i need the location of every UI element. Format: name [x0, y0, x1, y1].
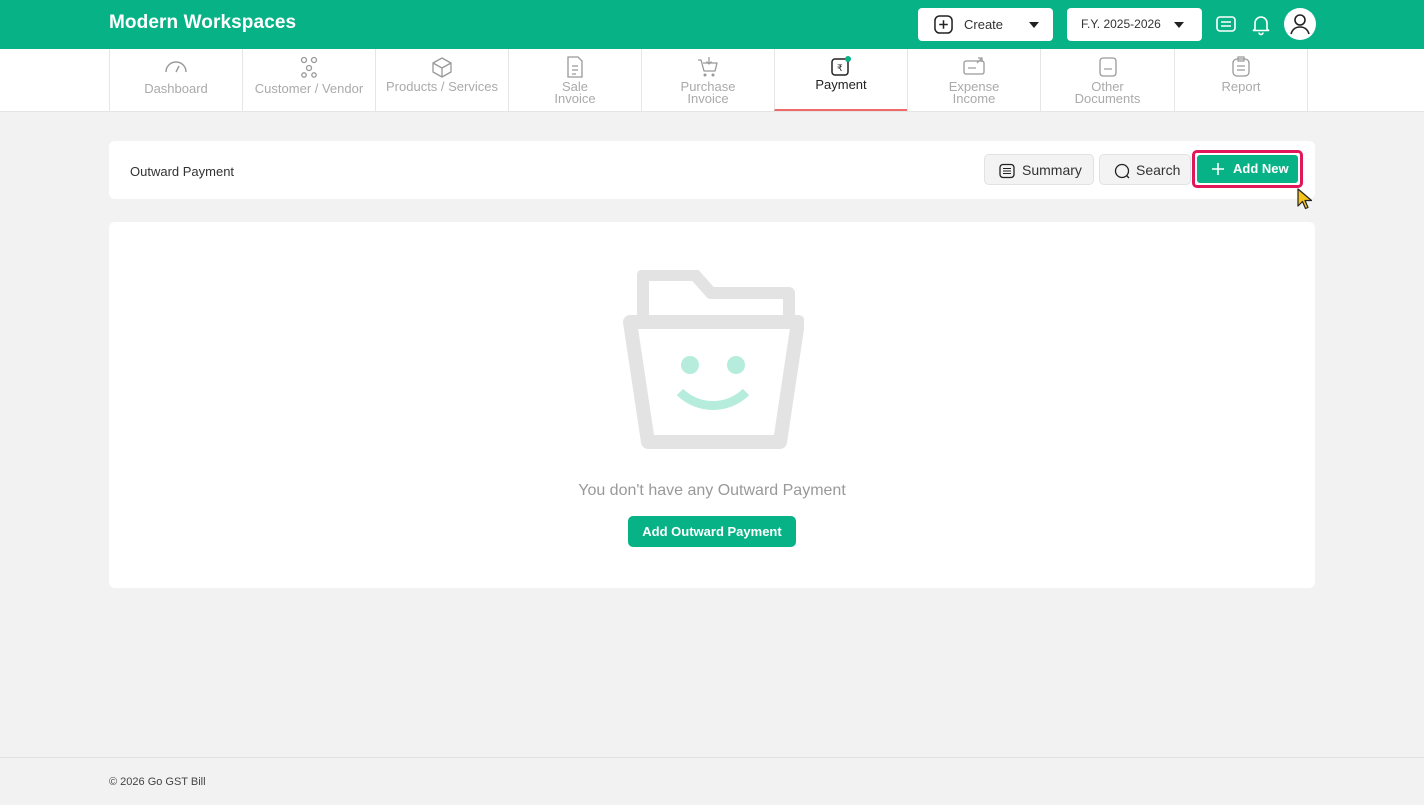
- users-icon: [300, 56, 318, 78]
- nav-label: Documents: [1074, 91, 1141, 106]
- plus-icon: [1212, 163, 1224, 175]
- nav-label: Payment: [815, 77, 867, 92]
- add-new-label: Add New: [1233, 161, 1289, 176]
- nav-label: Report: [1221, 79, 1261, 94]
- nav-divider: [1307, 49, 1308, 111]
- toolbar-card: Outward Payment Summary Search Add New: [109, 141, 1315, 199]
- nav-item-payment[interactable]: ₹ Payment: [774, 49, 907, 111]
- nav-label: Customer / Vendor: [254, 81, 364, 96]
- box-icon: [432, 57, 452, 78]
- gauge-icon: [165, 61, 187, 73]
- search-button[interactable]: Search: [1099, 154, 1191, 185]
- invoice-icon: [567, 56, 583, 78]
- nav-label: Dashboard: [144, 81, 208, 96]
- summary-label: Summary: [1022, 162, 1082, 178]
- nav-item-dashboard[interactable]: Dashboard: [109, 49, 242, 111]
- add-new-button[interactable]: Add New: [1197, 155, 1298, 183]
- module-nav: Dashboard Customer / Vendor Products / S…: [0, 49, 1424, 112]
- footer: © 2026 Go GST Bill: [0, 757, 1424, 805]
- document-icon: [1098, 57, 1117, 77]
- nav-item-other-documents[interactable]: Other Documents: [1040, 49, 1174, 111]
- nav-label: Income: [952, 91, 996, 106]
- nav-label: Invoice: [554, 91, 596, 106]
- summary-button[interactable]: Summary: [984, 154, 1094, 185]
- fiscal-year-dropdown[interactable]: F.Y. 2025-2026: [1067, 8, 1202, 41]
- nav-item-products-services[interactable]: Products / Services: [375, 49, 508, 111]
- nav-label: Products / Services: [386, 79, 498, 94]
- nav-item-sale-invoice[interactable]: Sale Invoice: [508, 49, 641, 111]
- nav-item-customer-vendor[interactable]: Customer / Vendor: [242, 49, 375, 111]
- brand-title: Modern Workspaces: [109, 12, 297, 33]
- svg-text:₹: ₹: [837, 64, 843, 74]
- mouse-cursor-icon: [1297, 188, 1313, 210]
- page-title: Outward Payment: [130, 164, 235, 179]
- wallet-icon: [963, 57, 985, 75]
- list-icon: [999, 163, 1015, 179]
- create-label: Create: [964, 17, 1004, 32]
- report-icon: [1232, 56, 1250, 77]
- nav-label: Invoice: [687, 91, 729, 106]
- add-outward-payment-button[interactable]: Add Outward Payment: [628, 516, 796, 547]
- cart-icon: [698, 57, 718, 77]
- search-icon: [1114, 163, 1130, 179]
- payment-icon: ₹: [831, 56, 851, 76]
- caret-down-icon: [1029, 22, 1039, 28]
- add-new-highlight: Add New: [1192, 150, 1303, 188]
- caret-down-icon: [1174, 22, 1184, 28]
- copyright-text: © 2026 Go GST Bill: [109, 776, 206, 788]
- search-label: Search: [1136, 162, 1181, 178]
- user-icon: [1290, 14, 1310, 35]
- empty-state-message: You don't have any Outward Payment: [578, 482, 846, 499]
- plus-box-icon: [934, 15, 953, 34]
- empty-folder-illustration: [623, 270, 804, 449]
- nav-item-purchase-invoice[interactable]: Purchase Invoice: [641, 49, 774, 111]
- bell-icon[interactable]: [1249, 12, 1273, 36]
- nav-item-report[interactable]: Report: [1174, 49, 1307, 111]
- empty-state-card: You don't have any Outward Payment Add O…: [109, 222, 1315, 588]
- fiscal-year-label: F.Y. 2025-2026: [1081, 17, 1161, 31]
- nav-item-expense-income[interactable]: Expense Income: [907, 49, 1040, 111]
- user-avatar[interactable]: [1284, 8, 1316, 40]
- message-icon[interactable]: [1214, 12, 1238, 36]
- top-header: Modern Workspaces Create F.Y. 2025-2026: [0, 0, 1424, 49]
- create-dropdown-button[interactable]: Create: [918, 8, 1053, 41]
